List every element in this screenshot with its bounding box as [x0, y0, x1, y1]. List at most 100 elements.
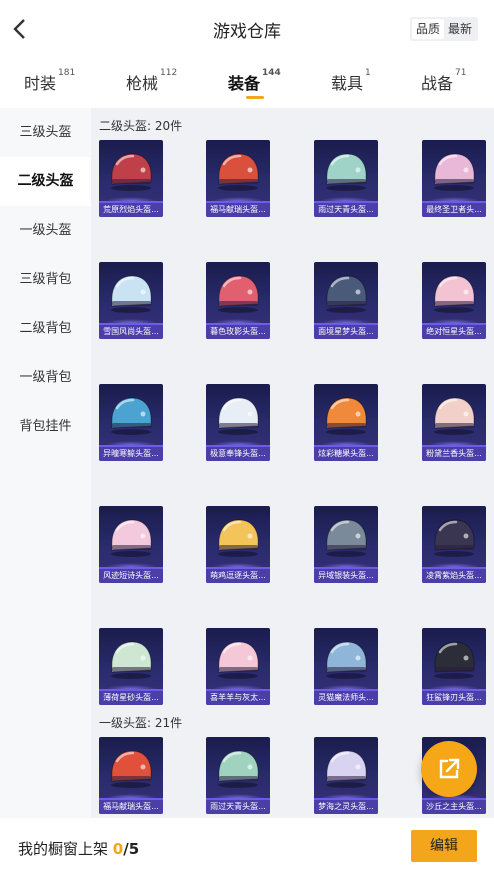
- sidebar: 三级头盔 二级头盔 一级头盔 三级背包 二级背包 一级背包 背包挂件: [0, 108, 91, 818]
- helmet-black-shark-icon: [434, 641, 475, 679]
- item-card[interactable]: 薄荷星砂头盔...: [99, 628, 163, 705]
- item-card[interactable]: 暮色玫影头盔...: [206, 262, 270, 339]
- helmet-mint-icon: [326, 153, 367, 191]
- item-name: 极意奉锋头盔...: [206, 447, 270, 461]
- helmet-silver-dark-icon: [326, 519, 367, 557]
- tab-vehicles[interactable]: 载具1: [331, 68, 371, 94]
- header: 游戏仓库 品质 最新: [0, 0, 494, 58]
- item-card[interactable]: 萌鸡逗逐头盔...: [206, 506, 270, 583]
- sidebar-item-level1-helmet[interactable]: 一级头盔: [0, 206, 91, 255]
- helmet-red-visor-icon: [111, 750, 152, 788]
- helmet-pink-light-icon: [111, 519, 152, 557]
- edit-button[interactable]: 编辑: [411, 830, 477, 862]
- item-card[interactable]: 雨过天青头盔...: [314, 140, 378, 217]
- item-card[interactable]: 异域银装头盔...: [314, 506, 378, 583]
- sort-quality-button[interactable]: 品质: [411, 19, 444, 39]
- item-card[interactable]: 梦海之灵头盔...: [314, 737, 378, 814]
- item-name: 福马献瑞头盔...: [206, 203, 270, 217]
- item-card[interactable]: 灵猫魔法师头...: [314, 628, 378, 705]
- helmet-red-green-icon: [218, 153, 259, 191]
- helmet-white-crown-icon: [218, 397, 259, 435]
- item-card[interactable]: 荒原烈焰头盔...: [99, 140, 163, 217]
- showcase-label: 我的橱窗上架: [18, 840, 113, 858]
- item-card[interactable]: 异曈寒鲸头盔...: [99, 384, 163, 461]
- item-card[interactable]: 凌霄紫焰头盔...: [422, 506, 486, 583]
- helmet-pink-sheep-icon: [218, 641, 259, 679]
- showcase-current: 0: [112, 840, 124, 858]
- item-card[interactable]: 最终圣卫者头...: [422, 140, 486, 217]
- item-name: 面境星梦头盔...: [314, 325, 378, 339]
- tab-weapons[interactable]: 枪械112: [126, 68, 177, 94]
- item-card[interactable]: 雨过天青头盔...: [206, 737, 270, 814]
- item-name: 凌霄紫焰头盔...: [422, 569, 486, 583]
- item-name: 粉黛兰香头盔...: [422, 447, 486, 461]
- item-name: 雪国风尚头盔...: [99, 325, 163, 339]
- item-name: 最终圣卫者头...: [422, 203, 486, 217]
- item-name: 福马献瑞头盔...: [99, 800, 163, 814]
- helmet-pink-cat-icon: [434, 153, 475, 191]
- sort-toggle: 品质 最新: [409, 17, 478, 41]
- helmet-yellow-icon: [218, 519, 259, 557]
- helmet-lavender-icon: [326, 750, 367, 788]
- item-card[interactable]: 狂鲨锋刃头盔...: [422, 628, 486, 705]
- item-card[interactable]: 炫彩糖果头盔...: [314, 384, 378, 461]
- item-card[interactable]: 面境星梦头盔...: [314, 262, 378, 339]
- helmet-mint-light-icon: [111, 641, 152, 679]
- item-card[interactable]: 福马献瑞头盔...: [99, 737, 163, 814]
- tab-fashion[interactable]: 时装181: [24, 68, 75, 94]
- item-name: 梦海之灵头盔...: [314, 800, 378, 814]
- item-name: 萌鸡逗逐头盔...: [206, 569, 270, 583]
- item-card[interactable]: 福马献瑞头盔...: [206, 140, 270, 217]
- helmet-red-white-icon: [218, 275, 259, 313]
- bottom-bar: 我的橱窗上架 0/5 编辑: [0, 818, 494, 875]
- item-name: 炫彩糖果头盔...: [314, 447, 378, 461]
- showcase-total: /5: [123, 840, 140, 858]
- share-icon: [439, 758, 460, 779]
- item-name: 灵猫魔法师头...: [314, 691, 378, 705]
- item-name: 绝对恒星头盔...: [422, 325, 486, 339]
- item-card[interactable]: 喜羊羊与灰太...: [206, 628, 270, 705]
- section-title: 一级头盔: 21件: [99, 716, 183, 730]
- helmet-icy-blue-icon: [111, 275, 152, 313]
- helmet-orange-pink-icon: [326, 397, 367, 435]
- helmet-dark-star-icon: [326, 275, 367, 313]
- item-name: 沙丘之主头盔...: [422, 800, 486, 814]
- item-card[interactable]: 极意奉锋头盔...: [206, 384, 270, 461]
- item-card[interactable]: 绝对恒星头盔...: [422, 262, 486, 339]
- sort-latest-button[interactable]: 最新: [444, 19, 476, 39]
- item-card[interactable]: 粉黛兰香头盔...: [422, 384, 486, 461]
- active-tab-indicator: [246, 96, 264, 99]
- item-name: 狂鲨锋刃头盔...: [422, 691, 486, 705]
- tab-supplies[interactable]: 战备71: [421, 68, 466, 94]
- helmet-blue-cat-icon: [326, 641, 367, 679]
- helmet-red-horned-icon: [111, 153, 152, 191]
- helmet-black-purple-icon: [434, 519, 475, 557]
- sidebar-item-backpack-charm[interactable]: 背包挂件: [0, 402, 91, 451]
- item-name: 荒原烈焰头盔...: [99, 203, 163, 217]
- item-name: 雨过天青头盔...: [314, 203, 378, 217]
- item-name: 喜羊羊与灰太...: [206, 691, 270, 705]
- item-name: 暮色玫影头盔...: [206, 325, 270, 339]
- helmet-green-visor-icon: [218, 750, 259, 788]
- helmet-pink-white-icon: [434, 275, 475, 313]
- item-name: 雨过天青头盔...: [206, 800, 270, 814]
- sidebar-item-level1-backpack[interactable]: 一级背包: [0, 353, 91, 402]
- sidebar-item-level2-helmet[interactable]: 二级头盔: [0, 157, 91, 206]
- item-name: 薄荷星砂头盔...: [99, 691, 163, 705]
- tab-equipment[interactable]: 装备144: [228, 68, 281, 94]
- item-card[interactable]: 雪国风尚头盔...: [99, 262, 163, 339]
- helmet-blue-shark-icon: [111, 397, 152, 435]
- helmet-cream-icon: [434, 397, 475, 435]
- app-root: 游戏仓库 品质 最新 时装181 枪械112 装备144 载具1 战备71 三级…: [0, 0, 494, 875]
- sidebar-item-level3-backpack[interactable]: 三级背包: [0, 255, 91, 304]
- sidebar-item-level3-helmet[interactable]: 三级头盔: [0, 108, 91, 157]
- category-tabs: 时装181 枪械112 装备144 载具1 战备71: [0, 58, 494, 108]
- share-button[interactable]: [421, 741, 477, 797]
- sidebar-item-level2-backpack[interactable]: 二级背包: [0, 304, 91, 353]
- item-grid: 二级头盔: 20件 一级头盔: 21件 荒原烈焰头盔... 福马献瑞头盔... 雨过…: [91, 108, 494, 818]
- item-name: 风迹短诗头盔...: [99, 569, 163, 583]
- item-name: 异域银装头盔...: [314, 569, 378, 583]
- item-card[interactable]: 风迹短诗头盔...: [99, 506, 163, 583]
- showcase-count: 我的橱窗上架 0/5: [18, 838, 139, 859]
- section-title: 二级头盔: 20件: [99, 119, 183, 133]
